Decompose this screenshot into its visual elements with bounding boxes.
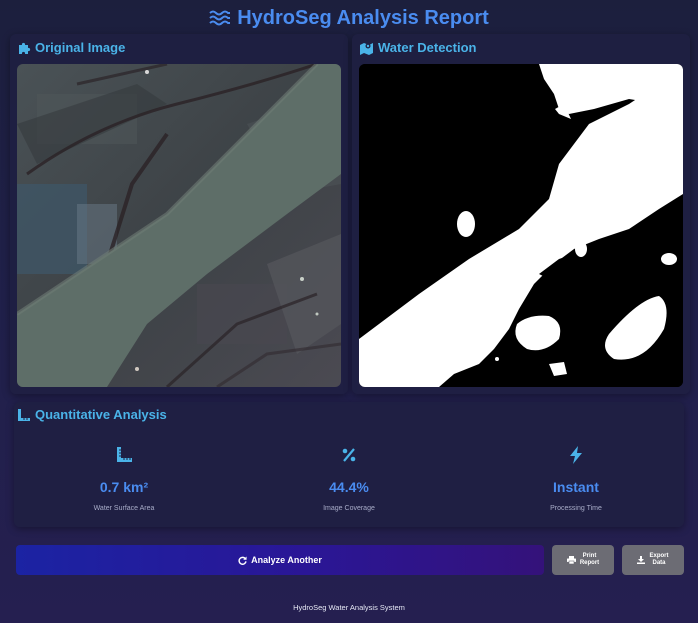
export-data-label: Export Data	[649, 553, 668, 567]
puzzle-icon	[19, 42, 31, 54]
export-data-button[interactable]: Export Data	[622, 545, 684, 575]
download-icon	[637, 556, 646, 564]
quantitative-analysis-title: Quantitative Analysis	[17, 407, 167, 422]
print-label-line1: Print	[582, 553, 597, 559]
analyze-another-label: Analyze Another	[251, 555, 322, 565]
metric-value: Instant	[553, 479, 599, 495]
original-image-title: Original Image	[17, 40, 125, 55]
metric-label: Image Coverage	[323, 505, 375, 512]
map-marked-icon	[360, 42, 373, 55]
print-report-label: Print Report	[580, 553, 599, 567]
original-image-title-text: Original Image	[35, 40, 126, 55]
water-waves-icon	[209, 10, 231, 26]
bolt-icon	[569, 445, 583, 465]
quantitative-analysis-title-text: Quantitative Analysis	[35, 407, 167, 422]
metric-processing-time: Instant Processing Time	[476, 445, 676, 512]
water-mask-image	[359, 64, 683, 387]
metric-label: Processing Time	[550, 505, 602, 512]
print-icon	[566, 556, 576, 564]
footer-text: HydroSeg Water Analysis System	[293, 603, 405, 612]
ruler-icon	[115, 445, 133, 465]
water-detection-title: Water Detection	[359, 40, 476, 55]
page-title: HydroSeg Analysis Report	[0, 5, 698, 31]
analyze-another-button[interactable]: Analyze Another	[16, 545, 544, 575]
export-label-line1: Export	[649, 553, 669, 559]
satellite-river-image	[17, 64, 341, 387]
metric-value: 0.7 km²	[99, 479, 149, 495]
metric-water-surface-area: 0.7 km² Water Surface Area	[24, 445, 224, 512]
print-report-button[interactable]: Print Report	[552, 545, 614, 575]
print-label-line2: Report	[579, 560, 600, 566]
metric-value: 44.4%	[329, 479, 369, 495]
metric-label: Water Surface Area	[93, 505, 155, 512]
redo-icon	[238, 555, 247, 565]
export-label-line2: Data	[652, 560, 666, 566]
percent-icon	[341, 445, 357, 465]
water-detection-title-text: Water Detection	[378, 40, 477, 55]
ruler-combined-icon	[18, 408, 30, 421]
metric-image-coverage: 44.4% Image Coverage	[249, 445, 449, 512]
page-title-text: HydroSeg Analysis Report	[237, 6, 489, 29]
